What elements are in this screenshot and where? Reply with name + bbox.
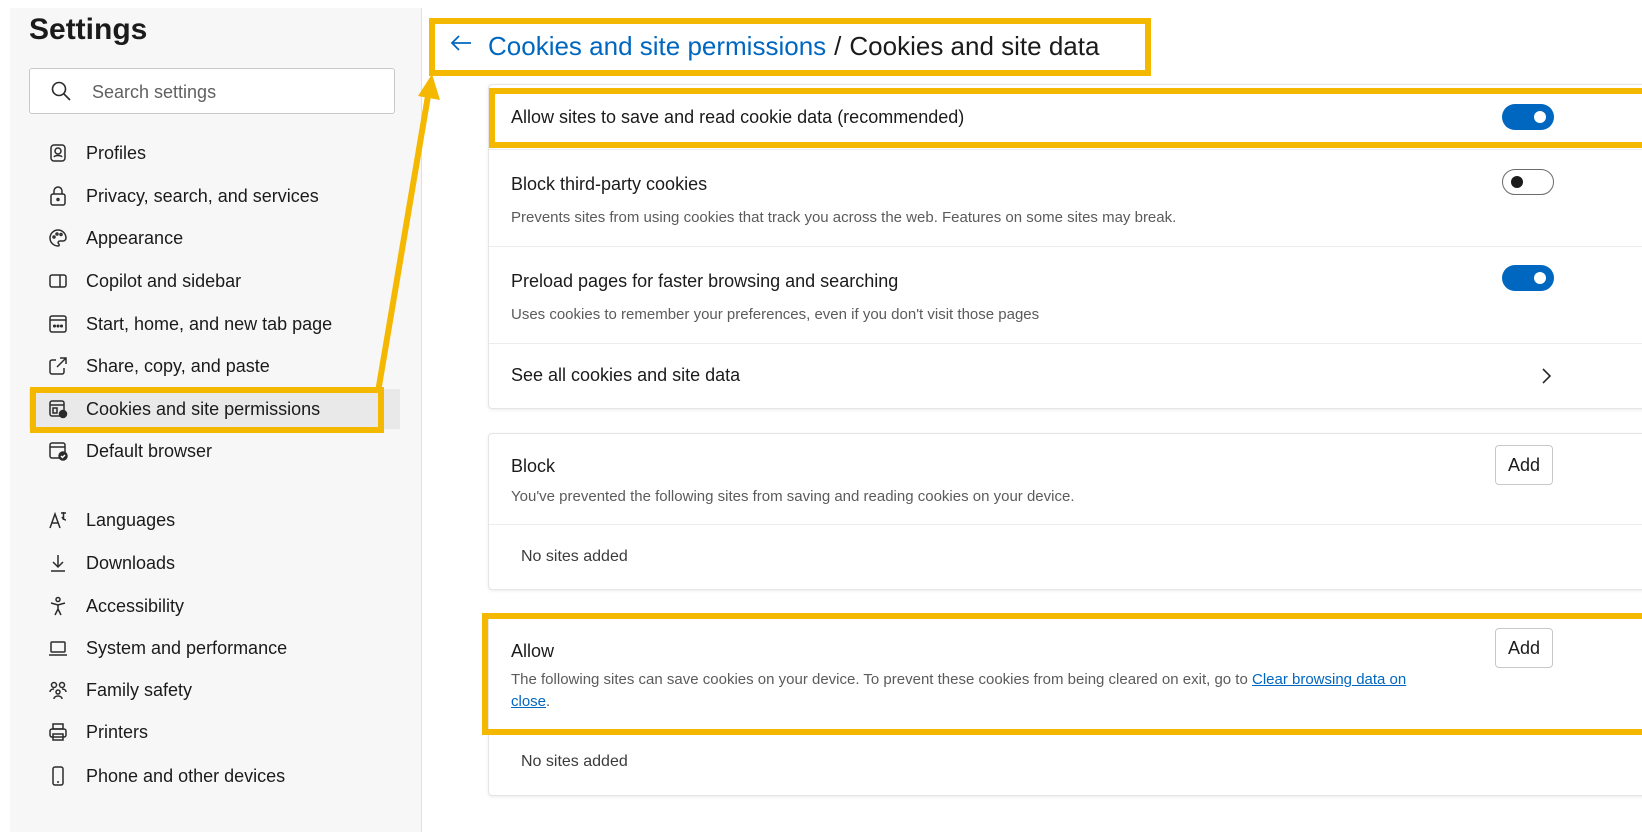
- lock-icon: [47, 185, 69, 207]
- toggle-knob: [1534, 272, 1546, 284]
- sidebar-item-label: Printers: [86, 721, 149, 742]
- phone-icon: [47, 765, 69, 787]
- sidebar-item-downloads[interactable]: Downloads: [29, 543, 400, 583]
- family-icon: [47, 679, 69, 701]
- search-placeholder: Search settings: [92, 82, 217, 102]
- clear-browsing-data-link-cont[interactable]: close: [511, 693, 546, 710]
- sidebar-item-start-home[interactable]: Start, home, and new tab page: [29, 304, 400, 344]
- allow-cookies-label: Allow sites to save and read cookie data…: [511, 107, 965, 127]
- sidebar-item-system[interactable]: System and performance: [29, 628, 400, 668]
- block-third-party-label: Block third-party cookies: [511, 174, 708, 194]
- search-icon: [51, 81, 71, 101]
- allow-cookies-row: Allow sites to save and read cookie data…: [489, 85, 1642, 150]
- sidebar-item-default-browser[interactable]: Default browser: [29, 431, 400, 471]
- sidebar-item-label: Default browser: [86, 440, 213, 461]
- sidebar-item-label: Copilot and sidebar: [86, 270, 242, 291]
- default-browser-icon: [47, 440, 69, 462]
- cookie-settings-card: Allow sites to save and read cookie data…: [488, 84, 1642, 409]
- sidebar-item-label: Phone and other devices: [86, 765, 286, 786]
- palette-icon: [47, 227, 69, 249]
- home-tab-icon: [47, 313, 69, 335]
- sidebar-item-label: Downloads: [86, 552, 176, 573]
- breadcrumb-separator: /: [834, 30, 842, 61]
- sidebar-item-label: Profiles: [86, 142, 147, 163]
- allow-title: Allow: [511, 641, 555, 661]
- block-list: No sites added: [489, 524, 1642, 589]
- sidebar-item-label: Privacy, search, and services: [86, 185, 319, 206]
- sidebar-item-label: System and performance: [86, 637, 288, 658]
- sidebar-item-privacy[interactable]: Privacy, search, and services: [29, 176, 400, 216]
- profile-icon: [47, 142, 69, 164]
- sidebar-item-copilot[interactable]: Copilot and sidebar: [29, 261, 400, 301]
- see-all-cookies-label: See all cookies and site data: [511, 365, 741, 385]
- sidebar-item-phone[interactable]: Phone and other devices: [29, 756, 400, 796]
- sidebar-item-label: Family safety: [86, 679, 193, 700]
- sidebar-item-label: Start, home, and new tab page: [86, 313, 333, 334]
- laptop-icon: [47, 637, 69, 659]
- block-third-party-description: Prevents sites from using cookies that t…: [511, 209, 1177, 226]
- search-input[interactable]: Search settings: [29, 68, 395, 114]
- sidebar-item-family[interactable]: Family safety: [29, 670, 400, 710]
- see-all-cookies-row[interactable]: See all cookies and site data: [489, 343, 1642, 408]
- allow-description: The following sites can save cookies on …: [511, 669, 1471, 713]
- allow-add-button[interactable]: Add: [1495, 628, 1553, 668]
- allow-list: No sites added: [489, 729, 1642, 795]
- block-add-button[interactable]: Add: [1495, 445, 1553, 485]
- block-title: Block: [511, 456, 556, 476]
- breadcrumb-link[interactable]: Cookies and site permissions: [488, 31, 826, 62]
- sidebar-icon: [47, 270, 69, 292]
- sidebar-item-profiles[interactable]: Profiles: [29, 133, 400, 173]
- sidebar-item-share[interactable]: Share, copy, and paste: [29, 346, 400, 386]
- accessibility-icon: [47, 595, 69, 617]
- preload-label: Preload pages for faster browsing and se…: [511, 271, 899, 291]
- block-empty-text: No sites added: [521, 548, 628, 565]
- chevron-right-icon: [1542, 368, 1552, 384]
- sidebar-item-printers[interactable]: Printers: [29, 712, 400, 752]
- share-icon: [47, 355, 69, 377]
- block-section-card: Block You've prevented the following sit…: [488, 433, 1642, 590]
- toggle-knob: [1534, 111, 1546, 123]
- breadcrumb: Cookies and site permissions / Cookies a…: [448, 26, 1099, 66]
- toggle-knob: [1511, 176, 1523, 188]
- page-title: Cookies and site data: [849, 30, 1100, 61]
- sidebar-item-label: Share, copy, and paste: [86, 355, 270, 376]
- preload-row: Preload pages for faster browsing and se…: [489, 246, 1642, 344]
- allow-header-row: Allow The following sites can save cooki…: [489, 617, 1642, 730]
- allow-empty-text: No sites added: [521, 753, 628, 770]
- languages-icon: [47, 509, 69, 531]
- allow-description-text: The following sites can save cookies on …: [511, 671, 1252, 688]
- block-header-row: Block You've prevented the following sit…: [489, 434, 1642, 525]
- sidebar-item-label: Cookies and site permissions: [86, 398, 321, 419]
- allow-section-card: Allow The following sites can save cooki…: [488, 616, 1642, 796]
- sidebar-item-accessibility[interactable]: Accessibility: [29, 586, 400, 626]
- sidebar-item-cookies[interactable]: Cookies and site permissions: [29, 389, 400, 429]
- cookie-permissions-icon: [47, 398, 69, 420]
- main-content: Cookies and site permissions / Cookies a…: [422, 0, 1642, 832]
- printer-icon: [47, 721, 69, 743]
- block-third-party-row: Block third-party cookies Prevents sites…: [489, 149, 1642, 247]
- block-description: You've prevented the following sites fro…: [511, 488, 1075, 505]
- settings-title: Settings: [29, 13, 148, 46]
- block-third-party-toggle[interactable]: [1502, 169, 1554, 195]
- preload-description: Uses cookies to remember your preference…: [511, 306, 1040, 323]
- sidebar-item-appearance[interactable]: Appearance: [29, 218, 400, 258]
- clear-browsing-data-link[interactable]: Clear browsing data on: [1252, 671, 1406, 688]
- sidebar-item-languages[interactable]: Languages: [29, 500, 400, 540]
- allow-cookies-toggle[interactable]: [1502, 104, 1554, 130]
- allow-description-end: .: [546, 693, 551, 710]
- back-arrow-icon[interactable]: [448, 30, 474, 63]
- download-icon: [47, 552, 69, 574]
- preload-toggle[interactable]: [1502, 265, 1554, 291]
- sidebar-item-label: Appearance: [86, 227, 184, 248]
- sidebar-item-label: Languages: [86, 509, 176, 530]
- sidebar-item-label: Accessibility: [86, 595, 185, 616]
